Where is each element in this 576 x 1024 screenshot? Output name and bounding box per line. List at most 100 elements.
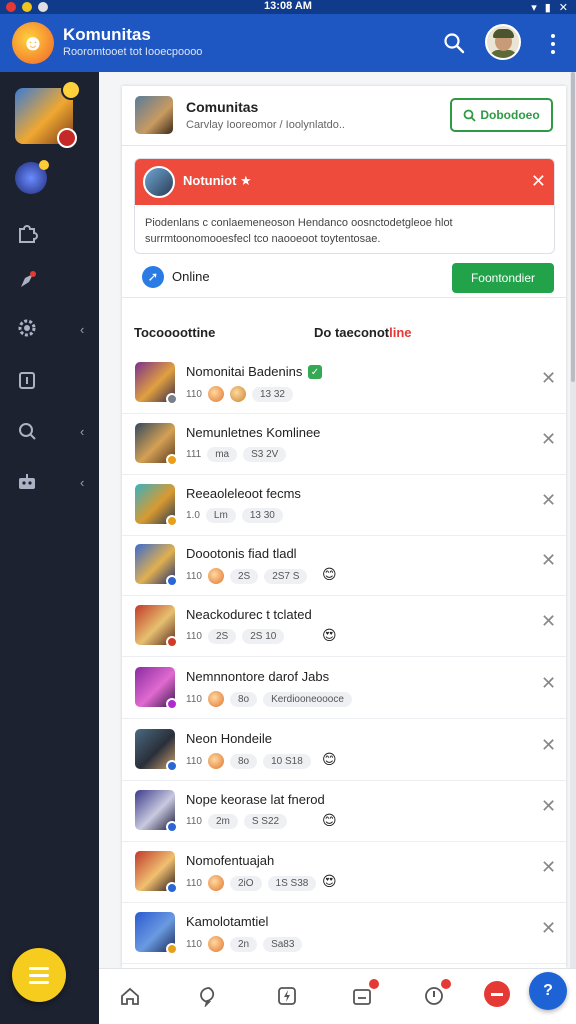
close-icon[interactable]: ✕	[541, 490, 556, 511]
status-badge	[166, 698, 178, 710]
list-item[interactable]: Reeaoleleoot fecms 1.0 Lm 13 30 ✕	[122, 476, 566, 536]
list-item[interactable]: Neackodurec t tclated 110 2S 2S 10 😍 ✕	[122, 597, 566, 657]
close-icon[interactable]: ✕	[541, 368, 556, 389]
search-icon	[444, 33, 465, 54]
close-icon[interactable]: ✕	[541, 673, 556, 694]
row-stat: 2m	[207, 814, 238, 829]
community-thumbnail	[135, 667, 178, 710]
list-item[interactable]: Nemnnontore darof Jabs 110 8o Kerdiooneoooc…	[122, 659, 566, 719]
member-avatar	[207, 386, 224, 402]
row-stat: 2iO	[229, 875, 262, 891]
row-stat: 8o	[229, 691, 258, 707]
join-button-label: Dobodoeo	[480, 108, 540, 122]
nav-inbox[interactable]	[349, 979, 379, 1009]
row-meta: 110 2S 2S7 S	[186, 568, 308, 584]
community-name: Comunitas	[186, 99, 259, 115]
status-badge	[166, 636, 178, 648]
close-icon[interactable]: ✕	[541, 857, 556, 878]
close-icon[interactable]: ✕	[541, 918, 556, 939]
scrollbar-thumb[interactable]	[571, 72, 575, 382]
community-card[interactable]: Comunitas Carvlay Iooreomor / Ioolynlatd…	[122, 86, 566, 146]
star-icon: ★	[240, 173, 252, 188]
chevron-left-icon[interactable]: ‹	[80, 475, 84, 490]
chevron-left-icon[interactable]: ‹	[80, 424, 84, 439]
close-icon[interactable]: ✕	[541, 429, 556, 450]
member-count: 110	[186, 755, 202, 767]
notification-icon	[425, 987, 443, 1005]
home-icon	[121, 987, 139, 1005]
sidebar-item-puzzle[interactable]	[14, 220, 40, 246]
notification-badge	[61, 80, 81, 100]
nav-profile[interactable]	[484, 981, 510, 1007]
close-icon[interactable]: ✕	[541, 796, 556, 817]
tab-left[interactable]: Tocoooottine	[134, 325, 215, 340]
row-stat: 2S	[207, 629, 237, 644]
notification-badge	[369, 979, 379, 989]
online-row: ➚ Online Foontondier	[134, 262, 555, 294]
sidebar-profile-avatar[interactable]	[15, 80, 81, 148]
list-item[interactable]: Nope keorase lat fnerod 110 2m S S22 😊 ✕	[122, 782, 566, 842]
community-name: Neon Hondeile	[186, 731, 273, 746]
list-item[interactable]: Nomonitai Badenins ✓ 110 13 32 ✕	[122, 354, 566, 414]
chevron-left-icon[interactable]: ‹	[80, 322, 84, 337]
notice-avatar	[143, 166, 175, 198]
sidebar-item-bot[interactable]	[14, 469, 40, 495]
tab-right-accent: line	[389, 325, 412, 340]
join-button[interactable]: Dobodoeo	[450, 98, 553, 132]
community-thumbnail	[135, 912, 178, 955]
row-meta: 111 ma S3 2V	[186, 447, 287, 462]
sidebar-item-search[interactable]	[14, 418, 40, 444]
member-avatar	[207, 568, 224, 584]
puzzle-icon	[19, 225, 38, 243]
row-stat: 8o	[229, 753, 258, 769]
close-icon[interactable]: ✕	[541, 735, 556, 756]
calendar-icon	[19, 372, 35, 389]
scrollbar[interactable]	[570, 72, 576, 968]
search-icon	[463, 109, 476, 122]
nav-chat[interactable]	[196, 983, 222, 1009]
community-name: Doootonis fiad tladl	[186, 546, 297, 561]
sidebar: ‹ ‹ ‹	[0, 72, 99, 1024]
page-subtitle: Rooromtooet tot Iooecpoooo	[63, 46, 203, 58]
close-icon[interactable]: ✕	[541, 550, 556, 571]
status-time: 13:08 AM	[264, 0, 312, 12]
sidebar-item-settings[interactable]	[14, 315, 40, 341]
notice-label-text: Notuniot	[183, 173, 237, 188]
nav-home[interactable]	[117, 983, 143, 1009]
community-name: Nemunletnes Komlinee	[186, 425, 321, 440]
list-item[interactable]: Nemunletnes Komlinee 111 ma S3 2V ✕	[122, 415, 566, 475]
community-thumbnail	[135, 729, 178, 772]
nav-activity[interactable]	[274, 983, 300, 1009]
close-icon[interactable]: ✕	[531, 171, 546, 192]
community-thumbnail	[135, 544, 178, 587]
list-item[interactable]: Nomofentuajah 110 2iO 1S S38 😍 ✕	[122, 843, 566, 903]
menu-fab-button[interactable]	[12, 948, 66, 1002]
list-item[interactable]: Neon Hondeile 110 8o 10 S18 😊 ✕	[122, 721, 566, 781]
notification-badge	[441, 979, 451, 989]
tab-right[interactable]: Do taeconotline	[314, 325, 412, 340]
member-count: 110	[186, 693, 202, 705]
close-icon[interactable]: ✕	[541, 611, 556, 632]
member-count: 110	[186, 570, 202, 582]
help-fab-button[interactable]: ?	[529, 972, 567, 1010]
sidebar-item-calendar[interactable]	[14, 367, 40, 393]
search-button[interactable]	[443, 32, 465, 54]
user-avatar[interactable]	[485, 24, 521, 60]
nav-notifications[interactable]	[421, 979, 451, 1009]
emoji-icon: 😍	[322, 873, 337, 889]
community-name: Neackodurec t tclated	[186, 607, 312, 622]
list-item[interactable]: Kamolotamtiel 110 2n Sa83 ✕	[122, 904, 566, 964]
sidebar-item-rocket[interactable]	[14, 268, 40, 294]
community-name: Nomofentuajah	[186, 853, 275, 868]
list-item[interactable]: Doootonis fiad tladl 110 2S 2S7 S 😊 ✕	[122, 536, 566, 596]
member-count: 111	[186, 449, 202, 460]
more-menu-button[interactable]	[546, 32, 560, 56]
row-stat: 2n	[229, 936, 258, 952]
emoji-icon: 😊	[322, 751, 337, 767]
online-action-button[interactable]: Foontondier	[452, 263, 554, 293]
row-tag: 10 S18	[263, 753, 311, 769]
help-icon: ?	[543, 982, 553, 999]
sidebar-item-game[interactable]	[15, 160, 49, 194]
row-tag: S S22	[243, 814, 288, 829]
app-logo[interactable]: ☻	[12, 22, 54, 64]
